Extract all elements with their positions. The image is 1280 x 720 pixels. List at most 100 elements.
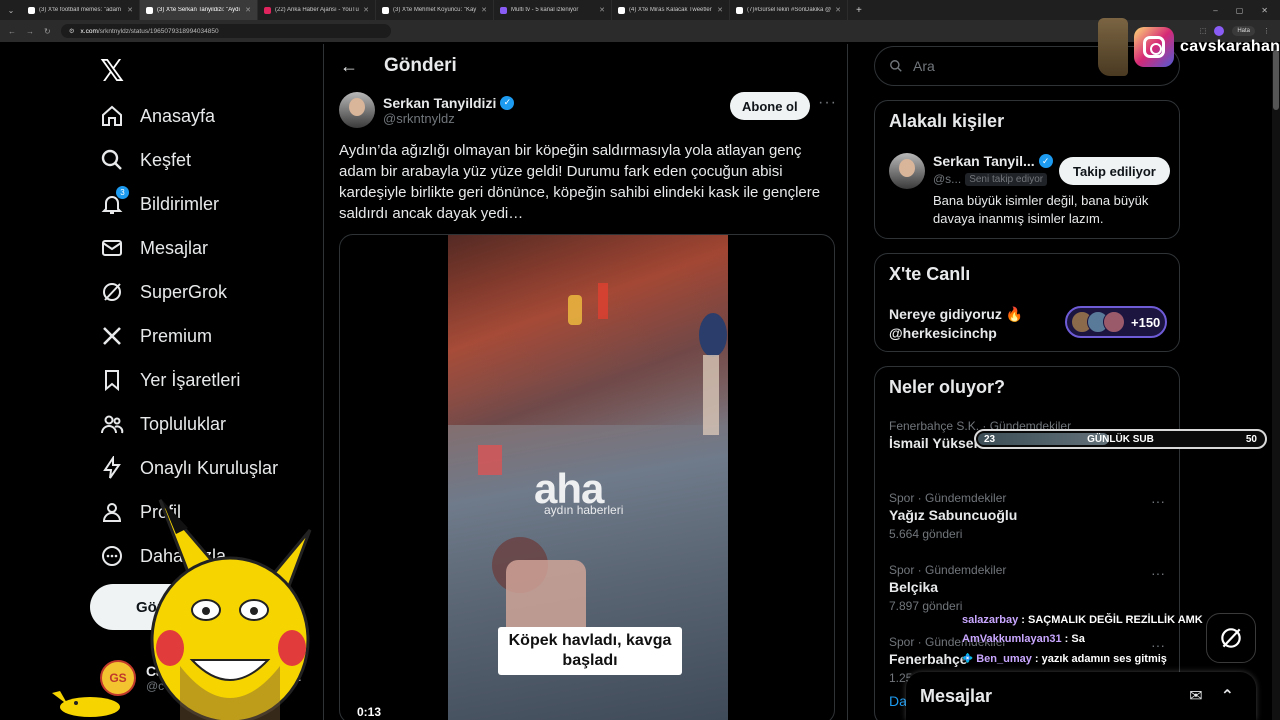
sidebar-item-search[interactable]: Keşfet [100,148,191,172]
tab-close-icon[interactable]: ✕ [245,6,251,14]
live-panel-title: X'te Canlı [889,264,971,284]
sidebar-item-label: Mesajlar [140,237,209,258]
tab-close-icon[interactable]: ✕ [835,6,841,14]
page-scrollbar[interactable] [1272,44,1280,720]
sidebar-item-x-logo[interactable]: Premium [100,324,212,348]
tab-title: (4) X'te Miras Kalacak Tweetler [629,7,712,13]
tab-title: (3) X'te Mehmet Koyuncu: "Kay [393,7,477,13]
site-info-icon[interactable]: ⚙ [69,27,75,35]
back-nav-icon[interactable]: ← [8,27,16,36]
trend-count: 5.664 gönderi [889,527,963,541]
tab-close-icon[interactable]: ✕ [599,6,605,14]
reload-icon[interactable]: ↻ [44,27,51,36]
new-tab-button[interactable]: + [856,5,862,16]
following-button[interactable]: Takip ediliyor [1059,157,1170,185]
sidebar-item-people[interactable]: Topluluklar [100,412,226,436]
sidebar-item-grok[interactable]: SuperGrok [100,280,227,304]
page-title: Gönderi [384,55,457,76]
trend-item[interactable]: Spor · Gündemdekiler Belçika 7.897 gönde… [889,563,1006,613]
minimize-button[interactable]: – [1213,6,1217,15]
sidebar-item-label: Topluluklar [140,413,227,434]
follows-you-badge: Seni takip ediyor [965,172,1048,186]
url-input[interactable]: ⚙ x.com/srkntnyldz/status/19650793189940… [60,24,391,38]
live-panel: X'te Canlı Nereye gidiyoruz 🔥 @herkesici… [874,253,1180,352]
related-person-bio: Bana büyük isimler değil, bana büyük dav… [933,193,1149,226]
x-logo-icon[interactable]: 𝕏 [100,54,124,89]
pikachu-sticker [52,691,120,717]
person-icon [100,500,124,524]
video-player[interactable]: aha aydın haberleri Köpek havladı, kavga… [448,235,728,720]
chat-message: 💠 Ben_umay : yazık adamın ses gitmiş [962,649,1222,669]
post-media[interactable]: aha aydın haberleri Köpek havladı, kavga… [339,234,835,720]
listener-avatar [1103,311,1125,333]
lightning-icon [100,456,124,480]
chat-username: salazarbay [962,613,1019,626]
mail-icon [100,236,124,260]
tab-close-icon[interactable]: ✕ [363,6,369,14]
sidebar-item-mail[interactable]: Mesajlar [100,236,208,260]
tab-search-icon[interactable]: ⌄ [0,6,22,15]
sidebar-item-label: Anasayfa [140,105,216,126]
live-space[interactable]: Nereye gidiyoruz 🔥 @herkesicinchp [889,306,1023,341]
show-more-link[interactable]: Da [889,693,907,709]
tab-favicon-icon [382,6,389,14]
verified-badge-icon: ✓ [1038,154,1053,168]
forward-nav-icon[interactable]: → [26,27,34,36]
related-people-title: Alakalı kişiler [889,111,1005,131]
related-person-handle: @s... [933,172,962,186]
sidebar-item-bell[interactable]: 3 Bildirimler [100,186,219,216]
related-person-name[interactable]: Serkan Tanyil... [933,153,1035,169]
trend-more-icon[interactable]: ··· [1151,493,1165,509]
sidebar-item-bookmark[interactable]: Yer İşaretleri [100,368,240,392]
trend-item[interactable]: Spor · Gündemdekiler Yağız Sabuncuoğlu 5… [889,491,1017,541]
chat-username: Ben_umay [976,652,1032,665]
messages-drawer[interactable]: Mesajlar ✉ ⌃ [906,672,1256,720]
browser-tab[interactable]: (3) X'te Serkan Tanyildizi: "Aydı ✕ [140,0,258,20]
close-window-button[interactable]: ✕ [1261,6,1268,15]
search-icon [890,60,902,72]
browser-tab[interactable]: Multi tv - 5 kanal izleniyor ✕ [494,0,612,20]
listener-count: +150 [1131,314,1161,330]
tab-title: Multi tv - 5 kanal izleniyor [511,7,579,13]
sub-goal-current: 23 [984,433,996,445]
browser-tab[interactable]: (3) X'te Mehmet Koyuncu: "Kay ✕ [376,0,494,20]
chat-badge-icon: 💠 [962,653,974,664]
browser-tab[interactable]: (4) X'te Miras Kalacak Tweetler ✕ [612,0,730,20]
sub-goal-label: GÜNLÜK SUB [1087,433,1154,445]
browser-tab[interactable]: (3) X'te football memes: "adam ✕ [22,0,140,20]
instagram-icon [1134,27,1174,67]
related-person-avatar[interactable] [889,153,925,189]
trend-more-icon[interactable]: ··· [1151,565,1165,581]
chat-text: : SAÇMALIK DEĞİL REZİLLİK AMK [1021,613,1203,626]
sub-goal-target: 50 [1245,433,1257,445]
post-more-icon[interactable]: ··· [818,94,837,112]
browser-tab[interactable]: (7)#GürselTekin #SonDakika @ ✕ [730,0,848,20]
author-name[interactable]: Serkan Tanyildizi [383,95,496,111]
maximize-button[interactable]: ▢ [1236,6,1244,15]
tab-close-icon[interactable]: ✕ [717,6,723,14]
expand-drawer-icon[interactable]: ⌃ [1221,686,1234,706]
address-bar: ← → ↻ ⚙ x.com/srkntnyldz/status/19650793… [0,20,1280,42]
x-logo-icon [100,324,124,348]
tab-title: (3) X'te football memes: "adam [39,7,121,13]
grok-button[interactable] [1206,613,1256,663]
sidebar-item-home[interactable]: Anasayfa [100,104,215,128]
new-message-icon[interactable]: ✉ [1189,686,1202,706]
tab-favicon-icon [264,6,271,14]
tab-favicon-icon [28,6,35,14]
tab-close-icon[interactable]: ✕ [481,6,487,14]
tab-close-icon[interactable]: ✕ [127,6,133,14]
live-listeners[interactable]: +150 [1065,306,1167,338]
back-arrow-icon[interactable]: ← [340,56,358,77]
author-avatar[interactable] [339,92,375,128]
home-icon [100,104,124,128]
video-watermark-sub: aydın haberleri [544,503,624,517]
author-handle[interactable]: @srkntnyldz [383,111,514,126]
post-author[interactable]: Serkan Tanyildizi ✓ @srkntnyldz [339,92,515,128]
subscribe-button[interactable]: Abone ol [730,92,810,120]
post-header: ← Gönderi [324,44,849,88]
browser-tab[interactable]: (22) Anka Haber Ajansı - YouTu ✕ [258,0,376,20]
trends-title: Neler oluyor? [889,377,1006,397]
tab-title: (22) Anka Haber Ajansı - YouTu [275,7,359,13]
tab-favicon-icon [736,6,743,14]
